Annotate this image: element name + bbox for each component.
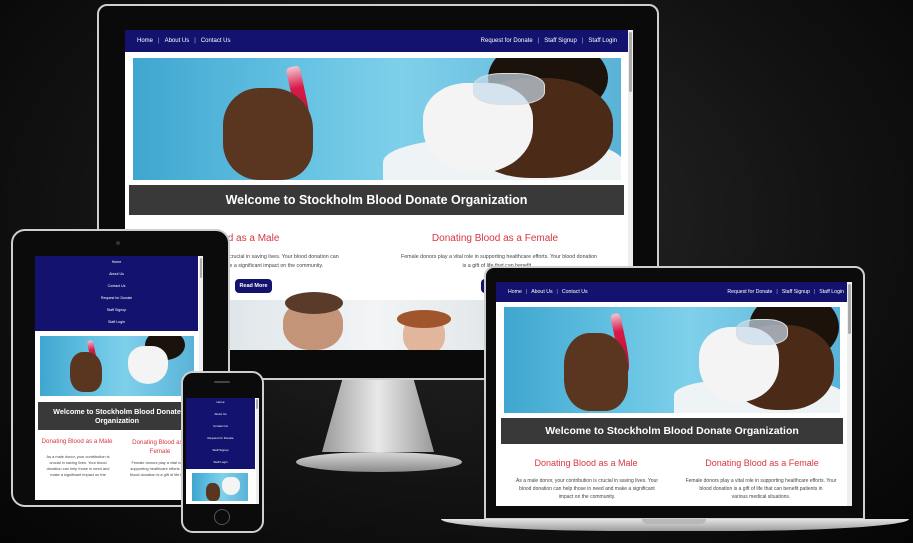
laptop-screen: Home | About Us | Contact Us Request for… [496, 282, 852, 506]
laptop-nav-about-us[interactable]: About Us [531, 289, 552, 295]
laptop-welcome-banner: Welcome to Stockholm Blood Donate Organi… [501, 418, 843, 444]
tablet-welcome-banner: Welcome to Stockholm Blood Donate Organi… [38, 402, 196, 430]
people-image [225, 292, 525, 350]
phone-home-button [214, 509, 230, 525]
laptop-nav-request-donate[interactable]: Request for Donate [727, 289, 772, 295]
laptop-female-text: Female donors play a vital role in suppo… [685, 478, 837, 500]
tablet-male-title: Donating Blood as a Male [41, 438, 113, 445]
phone-nav-menu: Home About Us Contact Us Request for Don… [186, 398, 255, 469]
tablet-nav-contact[interactable]: Contact Us [35, 284, 198, 288]
tablet-nav-home[interactable]: Home [35, 256, 198, 264]
laptop-nav-home[interactable]: Home [508, 289, 522, 295]
phone-nav-contact[interactable]: Contact Us [186, 424, 255, 428]
nav-home[interactable]: Home [137, 38, 153, 44]
tablet-nav-signup[interactable]: Staff Signup [35, 308, 198, 312]
tablet-welcome-text: Welcome to Stockholm Blood Donate Organi… [53, 407, 181, 425]
laptop-navbar: Home | About Us | Contact Us Request for… [496, 282, 852, 302]
phone-scrollbar[interactable] [256, 398, 259, 504]
monitor-stand [322, 380, 434, 452]
nav-about-us[interactable]: About Us [165, 38, 190, 44]
laptop-hero-image [504, 307, 840, 413]
laptop-notch [642, 519, 706, 524]
male-read-more-button[interactable]: Read More [235, 279, 272, 293]
tablet-camera [116, 241, 120, 245]
phone-screen: Home About Us Contact Us Request for Don… [186, 398, 259, 504]
tablet-nav-login[interactable]: Staff Login [35, 320, 198, 324]
nav-staff-login[interactable]: Staff Login [588, 38, 617, 44]
tablet-male-text: As a male donor, your contribution is cru… [46, 454, 110, 477]
laptop-nav-staff-login[interactable]: Staff Login [819, 289, 844, 295]
laptop-male-text: As a male donor, your contribution is cr… [515, 478, 659, 500]
laptop-scrollbar[interactable] [847, 282, 852, 506]
phone-nav-signup[interactable]: Staff Signup [186, 448, 255, 452]
phone-nav-home[interactable]: Home [186, 398, 255, 404]
laptop-nav-staff-signup[interactable]: Staff Signup [782, 289, 810, 295]
nav-contact-us[interactable]: Contact Us [201, 38, 231, 44]
tablet-screen: Home About Us Contact Us Request for Don… [35, 256, 203, 500]
nav-request-donate[interactable]: Request for Donate [481, 38, 533, 44]
hero-image [133, 58, 621, 180]
phone-nav-about[interactable]: About Us [186, 412, 255, 416]
tablet-nav-menu: Home About Us Contact Us Request for Don… [35, 256, 198, 331]
male-section-text-2: ...make a significant impact on the comm… [215, 263, 324, 269]
phone-speaker [214, 381, 230, 383]
phone-hero-image [192, 473, 248, 501]
male-section-text-1: ...p is crucial in saving lives. Your bl… [215, 254, 339, 260]
desktop-navbar: Home | About Us | Contact Us Request for… [125, 30, 633, 52]
monitor-base [296, 452, 462, 472]
nav-staff-signup[interactable]: Staff Signup [544, 38, 577, 44]
welcome-banner: Welcome to Stockholm Blood Donate Organi… [129, 185, 624, 215]
phone-nav-request[interactable]: Request for Donate [186, 436, 255, 440]
laptop-male-title: Donating Blood as a Male [534, 458, 638, 468]
laptop-nav-contact-us[interactable]: Contact Us [562, 289, 588, 295]
female-section-title: Donating Blood as a Female [431, 233, 559, 244]
tablet-hero-image [40, 336, 194, 396]
phone-nav-login[interactable]: Staff Login [186, 460, 255, 464]
tablet-nav-request[interactable]: Request for Donate [35, 296, 198, 300]
female-section-text-1: Female donors play a vital role in suppo… [400, 254, 597, 260]
tablet-nav-about[interactable]: About Us [35, 272, 198, 276]
laptop-female-title: Donating Blood as a Female [705, 458, 819, 468]
